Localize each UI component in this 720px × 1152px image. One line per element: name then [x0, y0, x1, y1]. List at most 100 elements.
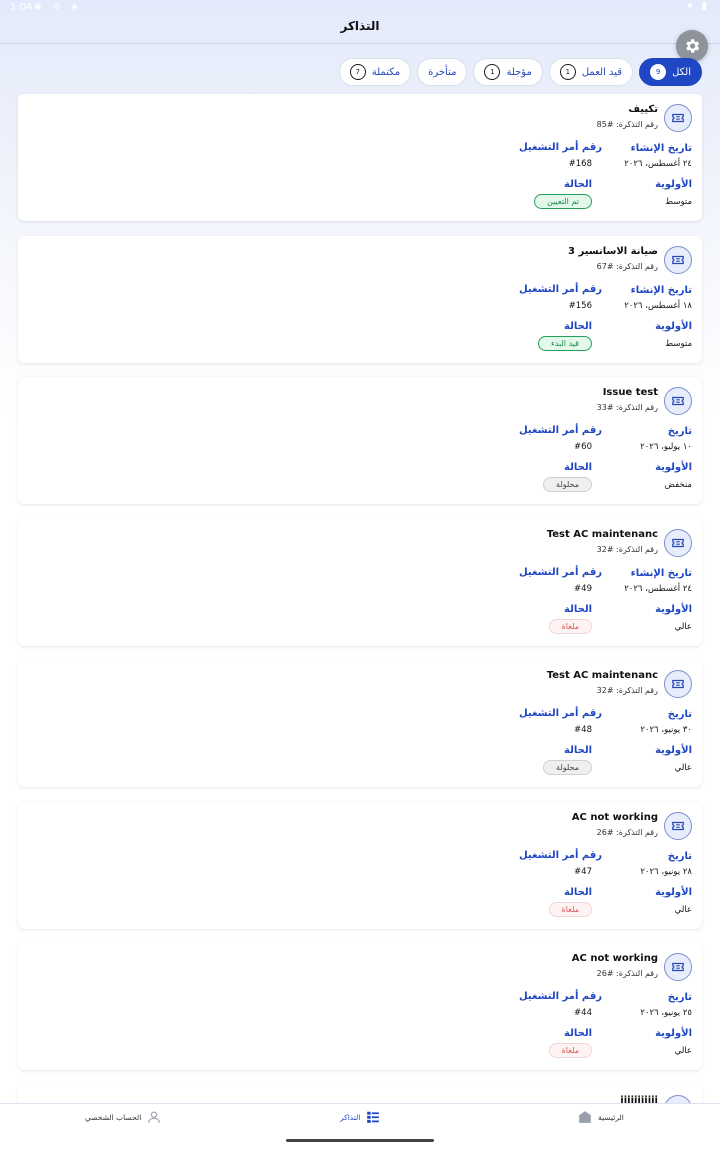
- ticket-number: رقم التذكرة: #32: [596, 544, 658, 554]
- ticket-card[interactable]: صيانة الاسانسير 3 رقم التذكرة: #67 تاريخ ا…: [18, 235, 702, 363]
- ticket-icon-wrapper: [664, 528, 692, 557]
- nav-profile[interactable]: الحساب الشخصي: [85, 1110, 161, 1124]
- ticket-icon: [672, 821, 684, 830]
- date-value: ١٨ أغسطس، ٢٠٢٦: [624, 300, 692, 311]
- ticket-card[interactable]: Test AC maintenanc رقم التذكرة: #32 تاريخ …: [18, 518, 702, 646]
- nav-tickets-label: التذاكر: [340, 1112, 361, 1122]
- priority-label: الأولوية: [655, 603, 692, 615]
- nav-home[interactable]: الرئيسية: [578, 1110, 624, 1124]
- ticket-icon: [672, 538, 684, 547]
- work-order-label: رقم أمر التشغيل: [518, 991, 602, 1002]
- ticket-icon: [672, 255, 684, 264]
- ticket-title: Test AC maintenanc: [546, 670, 658, 681]
- ticket-icon-wrapper: [664, 811, 692, 840]
- ticket-icon: [672, 396, 684, 406]
- work-order-label: رقم أمر التشغيل: [518, 283, 602, 295]
- priority-label: الأولوية: [655, 1028, 692, 1039]
- ticket-card[interactable]: iiiiiiiiiii: [18, 1084, 702, 1105]
- date-label: تاريخ الإنشاء: [630, 284, 692, 296]
- tab-label: قيد العمل: [581, 66, 623, 78]
- priority-label: الأولوية: [655, 320, 692, 332]
- date-label: تاريخ: [667, 992, 692, 1003]
- ticket-icon-wrapper: [664, 387, 692, 415]
- nav-tickets[interactable]: التذاكر: [340, 1110, 380, 1124]
- home-icon: [579, 1111, 591, 1123]
- ticket-card[interactable]: Test AC maintenanc رقم التذكرة: #32 تاريخ ٣…: [18, 660, 702, 787]
- tab-filter[interactable]: متأخرة: [417, 58, 468, 86]
- ticket-card[interactable]: تكييف رقم التذكرة: #85 تاريخ الإنشاء ٢٤ أغس…: [18, 94, 702, 221]
- ticket-number: رقم التذكرة: #85: [596, 120, 658, 129]
- gear-icon: [686, 39, 700, 53]
- ticket-icon: [672, 113, 684, 123]
- work-order-label: رقم أمر التشغيل: [518, 566, 602, 578]
- work-order-value: #47: [574, 866, 592, 877]
- tab-count-badge: 1: [559, 64, 576, 80]
- tab-label: مكتملة: [371, 66, 401, 78]
- work-order-value: #44: [574, 1008, 592, 1018]
- status-badge: ملغاة: [548, 618, 592, 634]
- date-label: تاريخ الإنشاء: [630, 143, 692, 154]
- status-badge: ملغاة: [548, 1043, 592, 1058]
- work-order-value: #60: [574, 442, 592, 452]
- priority-value: منخفض: [664, 480, 692, 490]
- page-title: التذاكر: [340, 19, 380, 33]
- status-bar: 1:04 ◉ ⊘ ◈ ▾ ▮: [0, 0, 720, 16]
- status-label: الحالة: [564, 745, 592, 756]
- status-badge: تم التعيين: [534, 194, 592, 209]
- status-label: الحالة: [564, 320, 592, 332]
- ticket-card[interactable]: AC not working رقم التذكرة: #26 تاريخ ٢٥ يو…: [18, 943, 702, 1070]
- ticket-icon-wrapper: [664, 104, 692, 132]
- date-value: ٢٤ أغسطس، ٢٠٢٦: [624, 583, 692, 594]
- ticket-title: Issue test: [602, 387, 658, 398]
- work-order-value: #156: [568, 300, 592, 311]
- tab-filter[interactable]: مؤجلة 1: [473, 58, 543, 86]
- date-value: ٢٨ يونيو، ٢٠٢٦: [640, 866, 692, 877]
- date-value: ٢٥ يونيو، ٢٠٢٦: [640, 1008, 692, 1018]
- status-label: الحالة: [564, 462, 592, 473]
- work-order-label: رقم أمر التشغيل: [518, 142, 602, 153]
- ticket-title: صيانة الاسانسير 3: [568, 245, 658, 257]
- ticket-number: رقم التذكرة: #32: [596, 686, 658, 695]
- status-label: الحالة: [564, 179, 592, 190]
- work-order-label: رقم أمر التشغيل: [518, 425, 602, 436]
- priority-label: الأولوية: [655, 886, 692, 898]
- priority-label: الأولوية: [655, 179, 692, 190]
- priority-value: عالي: [674, 1046, 692, 1056]
- ticket-number: رقم التذكرة: #26: [596, 969, 658, 978]
- priority-value: عالي: [674, 904, 692, 915]
- tab-count-badge: 7: [349, 64, 366, 80]
- ticket-title: تكييف: [628, 104, 658, 115]
- nav-profile-label: الحساب الشخصي: [85, 1112, 142, 1122]
- user-icon: [148, 1111, 161, 1123]
- nav-home-label: الرئيسية: [598, 1112, 624, 1122]
- status-badge: محلولة: [543, 760, 592, 775]
- tab-filter[interactable]: الكل 9: [639, 58, 702, 86]
- list-icon: [367, 1111, 380, 1123]
- tab-filter[interactable]: مكتملة 7: [338, 58, 412, 86]
- priority-value: متوسط: [665, 197, 692, 207]
- priority-value: عالي: [674, 763, 692, 773]
- priority-value: متوسط: [665, 338, 692, 349]
- date-label: تاريخ: [667, 709, 692, 720]
- ticket-icon-wrapper: [664, 670, 692, 698]
- ticket-number: رقم التذكرة: #33: [596, 403, 658, 412]
- tab-count-badge: 1: [484, 64, 501, 80]
- tab-count-badge: 9: [650, 64, 667, 80]
- tab-filter[interactable]: قيد العمل 1: [548, 58, 634, 86]
- ticket-number: رقم التذكرة: #26: [596, 827, 658, 837]
- status-system-icons: ▾ ▮: [687, 1, 710, 12]
- ticket-card[interactable]: Issue test رقم التذكرة: #33 تاريخ ١٠ يوليو،…: [18, 377, 702, 504]
- ticket-number: رقم التذكرة: #67: [596, 261, 658, 271]
- work-order-label: رقم أمر التشغيل: [518, 849, 602, 861]
- ticket-card[interactable]: AC not working رقم التذكرة: #26 تاريخ ٢٨ يو…: [18, 801, 702, 929]
- status-label: الحالة: [564, 1028, 592, 1039]
- date-value: ٢٤ أغسطس، ٢٠٢٦: [624, 159, 692, 169]
- tab-label: متأخرة: [428, 66, 457, 78]
- priority-label: الأولوية: [655, 745, 692, 756]
- priority-label: الأولوية: [655, 462, 692, 473]
- ticket-icon: [672, 679, 684, 689]
- filter-tabs: الكل 9 قيد العمل 1 مؤجلة 1 متأخرة مكتملة 7: [338, 58, 702, 86]
- ticket-title: Test AC maintenanc: [546, 528, 658, 540]
- status-time: 1:04: [10, 2, 33, 13]
- ticket-title: AC not working: [571, 953, 658, 964]
